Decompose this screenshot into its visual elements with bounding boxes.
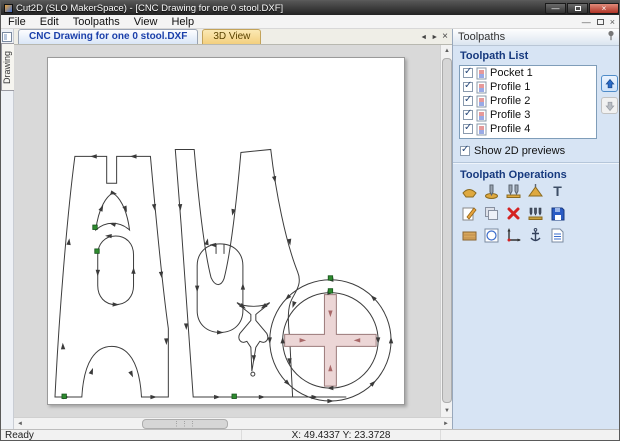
list-item[interactable]: Profile 4 (460, 122, 596, 136)
menu-help[interactable]: Help (164, 15, 201, 29)
tab-cnc-drawing[interactable]: CNC Drawing for one 0 stool.DXF (18, 29, 199, 44)
toolpath-name: Pocket 1 (490, 67, 533, 79)
toolpath-checkbox[interactable] (463, 94, 473, 106)
pin-icon[interactable] (606, 30, 616, 44)
tab-scroll-left-icon[interactable]: ◄ (420, 34, 427, 41)
recalculate-toolpaths-icon[interactable] (526, 204, 545, 223)
toolpath-icon (476, 67, 487, 79)
menu-file[interactable]: File (1, 15, 33, 29)
edit-toolpath-icon[interactable] (460, 204, 479, 223)
profile-toolpath-icon[interactable] (460, 182, 479, 201)
app-window: Cut2D (SLO MakerSpace) - [CNC Drawing fo… (0, 0, 620, 441)
save-toolpath-icon[interactable] (548, 204, 567, 223)
horizontal-scrollbar[interactable]: ◄ ⋮⋮⋮ ► (14, 417, 452, 430)
toolpath-checkbox[interactable] (463, 122, 473, 134)
show-2d-previews-checkbox[interactable] (460, 144, 470, 156)
pocket-toolpath-icon[interactable] (482, 182, 501, 201)
vertical-scrollbar[interactable]: ▲ ▼ (440, 45, 453, 417)
drawing-side-tab[interactable]: Drawing (1, 43, 14, 91)
tab-3d-view[interactable]: 3D View (202, 29, 262, 44)
mdi-close-icon[interactable]: × (610, 16, 615, 28)
minimize-button-icon[interactable]: — (545, 2, 566, 14)
toolpath-icon (476, 81, 487, 93)
maximize-button-icon[interactable] (567, 2, 588, 14)
toolpath-name: Profile 2 (490, 95, 531, 107)
drilling-toolpath-icon[interactable] (504, 182, 523, 201)
middle-leg-outline (174, 148, 300, 398)
toolpath-checkbox[interactable] (463, 108, 473, 120)
toolpaths-panel-header: Toolpaths (453, 29, 619, 46)
menu-edit[interactable]: Edit (33, 15, 66, 29)
duplicate-toolpath-icon[interactable] (482, 204, 501, 223)
cnc-drawing-svg (54, 148, 394, 404)
toolpath-operations-title: Toolpath Operations (460, 169, 567, 181)
pocket-preview-cross (284, 294, 377, 387)
toolpath-operations-grid: T (460, 182, 580, 248)
mdi-restore-icon[interactable] (596, 18, 604, 25)
document-tab-bar: CNC Drawing for one 0 stool.DXF 3D View … (14, 29, 452, 45)
list-item[interactable]: Profile 2 (460, 94, 596, 108)
show-2d-previews-label: Show 2D previews (474, 145, 566, 157)
mdi-minimize-icon[interactable]: — (582, 16, 591, 28)
left-tool-strip: Drawing (1, 29, 14, 429)
toolpaths-panel: Toolpaths Toolpath List Pocket 1 Profile… (452, 29, 619, 429)
toolpath-list[interactable]: Pocket 1 Profile 1 Profile 2 Profile 3 P (459, 65, 597, 139)
panel-divider (453, 162, 619, 164)
close-button-icon[interactable]: × (589, 2, 619, 14)
status-bar: Ready X: 49.4337 Y: 23.3728 (1, 429, 619, 441)
toolpath-name: Profile 4 (490, 123, 531, 135)
status-message: Ready (5, 430, 34, 441)
window-title: Cut2D (SLO MakerSpace) - [CNC Drawing fo… (16, 2, 284, 14)
toolpath-list-title: Toolpath List (460, 50, 529, 62)
drawing-page[interactable] (47, 57, 405, 405)
drill-holding-icon[interactable] (526, 226, 545, 245)
menu-view[interactable]: View (127, 15, 165, 29)
panel-toggle-icon[interactable] (2, 32, 12, 42)
app-icon (4, 3, 13, 13)
move-toolpath-down-button[interactable] (601, 97, 618, 114)
title-bar[interactable]: Cut2D (SLO MakerSpace) - [CNC Drawing fo… (1, 1, 619, 15)
toolpath-summary-icon[interactable] (548, 226, 567, 245)
move-toolpath-up-button[interactable] (601, 75, 618, 92)
material-setup-icon[interactable] (460, 226, 479, 245)
preview-toolpaths-icon[interactable] (482, 226, 501, 245)
menu-toolpaths[interactable]: Toolpaths (66, 15, 127, 29)
cursor-coordinates: X: 49.4337 Y: 23.3728 (241, 430, 441, 440)
list-item[interactable]: Profile 1 (460, 80, 596, 94)
list-item[interactable]: Profile 3 (460, 108, 596, 122)
delete-toolpath-icon[interactable] (504, 204, 523, 223)
toolpath-name: Profile 3 (490, 109, 531, 121)
toolpath-name: Profile 1 (490, 81, 531, 93)
toolpath-axes-icon[interactable] (504, 226, 523, 245)
vertical-scroll-thumb[interactable] (442, 58, 452, 403)
list-item[interactable]: Pocket 1 (460, 66, 596, 80)
down-arrow-icon (604, 101, 615, 111)
toolpath-arrows (60, 154, 394, 404)
horizontal-scroll-thumb[interactable]: ⋮⋮⋮ (142, 419, 228, 429)
middle-leg-arrow-cutout (236, 302, 271, 372)
toolpath-checkbox[interactable] (463, 80, 473, 92)
toolpath-icon (476, 109, 487, 121)
drawing-canvas[interactable] (14, 45, 440, 417)
toolpath-icon (476, 123, 487, 135)
left-leg-slot-cutout (97, 235, 135, 306)
quick-engrave-toolpath-icon[interactable] (526, 182, 545, 201)
middle-leg-slot-cutout (196, 243, 244, 333)
tab-close-icon[interactable]: × (442, 32, 448, 42)
up-arrow-icon (604, 78, 615, 88)
toolpath-icon (476, 95, 487, 107)
toolpath-checkbox[interactable] (463, 66, 473, 78)
svg-text:T: T (553, 183, 562, 199)
tab-scroll-right-icon[interactable]: ► (431, 34, 438, 41)
text-toolpath-icon[interactable]: T (548, 182, 567, 201)
toolpaths-panel-title: Toolpaths (458, 31, 506, 43)
menu-bar: File Edit Toolpaths View Help — × (1, 15, 619, 29)
